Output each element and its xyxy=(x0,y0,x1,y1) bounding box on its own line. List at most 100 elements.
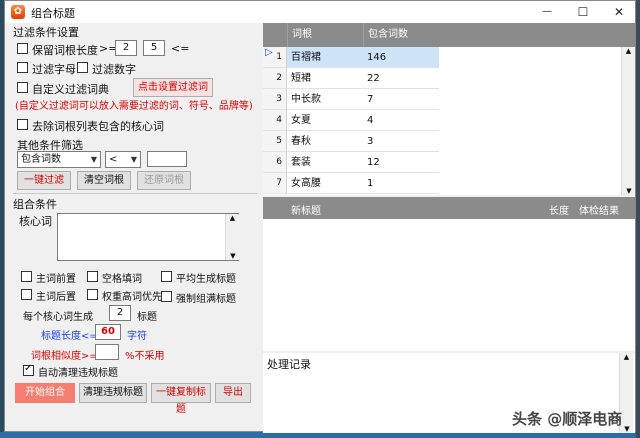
word-count-cell[interactable]: 146 xyxy=(363,47,439,68)
start-combine-button[interactable]: 开始组合 xyxy=(15,383,75,403)
column-header-check-result[interactable]: 体检结果 xyxy=(579,202,619,217)
one-key-filter-button[interactable]: 一键过滤 xyxy=(17,171,71,190)
scroll-up-arrow[interactable]: ▲ xyxy=(226,214,239,222)
similarity-input[interactable] xyxy=(95,344,119,360)
opt-back-label: 主词后置 xyxy=(36,292,76,303)
scroll-down-arrow[interactable]: ▼ xyxy=(622,187,636,195)
per-core-label: 每个核心词生成 xyxy=(23,312,93,323)
table-row[interactable]: 6 套装 12 xyxy=(263,152,439,173)
opt-space-checkbox[interactable] xyxy=(87,271,98,282)
log-label: 处理记录 xyxy=(267,358,311,371)
grid-empty-area xyxy=(439,47,621,195)
export-button[interactable]: 导出 xyxy=(215,383,251,403)
row-number: 4 xyxy=(263,110,287,131)
auto-clean-checkbox[interactable] xyxy=(23,363,34,376)
custom-dict-checkbox[interactable] xyxy=(17,82,28,93)
title-grid-header: 新标题 长度 体检结果 xyxy=(263,197,635,219)
set-dict-button[interactable]: 点击设置过滤词 xyxy=(133,78,213,97)
core-word-scrollbar[interactable]: ▲ ▼ xyxy=(225,214,239,260)
keep-length-checkbox[interactable] xyxy=(17,43,28,54)
custom-dict-label: 自定义过滤词典 xyxy=(32,83,109,96)
remove-core-checkbox[interactable] xyxy=(17,119,28,130)
current-row-marker-icon: ▷ xyxy=(265,47,273,58)
combine-group-title: 组合条件 xyxy=(13,198,57,211)
filter-digits-label: 过滤数字 xyxy=(92,63,136,76)
row-number: 7 xyxy=(263,173,287,194)
column-header-length[interactable]: 长度 xyxy=(549,202,569,217)
word-count-cell[interactable]: 4 xyxy=(363,110,439,131)
filter-value-input[interactable] xyxy=(147,151,187,167)
background-right-strip xyxy=(636,0,640,438)
window-title: 组合标题 xyxy=(31,7,75,20)
copy-titles-button[interactable]: 一键复制标题 xyxy=(151,383,211,415)
similarity-unit: %不采用 xyxy=(125,351,165,362)
opt-back-checkbox[interactable] xyxy=(21,289,32,300)
root-word-cell[interactable]: 短裙 xyxy=(287,68,363,89)
root-word-cell[interactable]: 女夏 xyxy=(287,110,363,131)
root-word-cell[interactable]: 女高腰 xyxy=(287,173,363,194)
column-header-new-title[interactable]: 新标题 xyxy=(291,202,321,217)
root-grid-scrollbar[interactable]: ▲ ▼ xyxy=(621,47,635,195)
max-length-input[interactable]: 5 xyxy=(143,40,165,56)
opt-weight-label: 权重高词优先 xyxy=(102,292,162,303)
clean-titles-button[interactable]: 清理违规标题 xyxy=(79,383,147,403)
field-select-value: 包含词数 xyxy=(21,154,61,165)
scroll-up-arrow[interactable]: ▲ xyxy=(622,47,635,55)
keep-length-label: 保留词根长度 xyxy=(32,44,98,57)
filter-letters-checkbox[interactable] xyxy=(17,62,28,73)
opt-front-checkbox[interactable] xyxy=(21,271,32,282)
row-number: 3 xyxy=(263,89,287,110)
title-length-input[interactable]: 60 xyxy=(95,324,121,340)
word-count-cell[interactable]: 7 xyxy=(363,89,439,110)
restore-roots-button[interactable]: 还原词根 xyxy=(137,171,191,190)
operator-select[interactable]: < ▼ xyxy=(105,151,141,168)
root-word-cell[interactable]: 中长款 xyxy=(287,89,363,110)
per-core-unit: 标题 xyxy=(137,312,157,323)
opt-force-label: 强制组满标题 xyxy=(176,294,236,305)
scroll-up-arrow[interactable]: ▲ xyxy=(620,353,633,361)
filter-letters-label: 过滤字母 xyxy=(32,63,76,76)
per-core-input[interactable]: 2 xyxy=(109,305,131,321)
table-row[interactable]: 3 中长款 7 xyxy=(263,89,439,110)
min-length-input[interactable]: 2 xyxy=(115,40,137,56)
word-count-cell[interactable]: 12 xyxy=(363,152,439,173)
maximize-button[interactable]: ☐ xyxy=(565,1,601,23)
app-icon: ✿ xyxy=(11,5,25,19)
core-word-textarea[interactable] xyxy=(57,213,239,261)
table-row[interactable]: 7 女高腰 1 xyxy=(263,173,439,194)
scroll-down-arrow[interactable]: ▼ xyxy=(226,252,240,260)
word-count-cell[interactable]: 22 xyxy=(363,68,439,89)
table-row[interactable]: 1 ▷ 百褶裙 146 xyxy=(263,47,439,68)
operator-select-value: < xyxy=(109,154,118,165)
title-grid-body[interactable] xyxy=(263,219,635,351)
root-word-cell[interactable]: 套装 xyxy=(287,152,363,173)
chevron-down-icon: ▼ xyxy=(90,155,97,164)
field-select[interactable]: 包含词数 ▼ xyxy=(17,151,101,168)
row-number: 2 xyxy=(263,68,287,89)
opt-weight-checkbox[interactable] xyxy=(87,289,98,300)
custom-dict-hint: (自定义过滤词可以放入需要过滤的词、符号、品牌等) xyxy=(15,101,253,112)
table-row[interactable]: 2 短裙 22 xyxy=(263,68,439,89)
root-grid[interactable]: 词根 包含词数 1 ▷ 百褶裙 146 2 短裙 22 3 中长款 7 4 女夏 4 5 春秋 3 6 套装 12 7… xyxy=(263,23,439,195)
close-button[interactable]: ✕ xyxy=(601,1,637,23)
opt-avg-checkbox[interactable] xyxy=(161,271,172,282)
word-count-cell[interactable]: 3 xyxy=(363,131,439,152)
row-number: 5 xyxy=(263,131,287,152)
opt-force-checkbox[interactable] xyxy=(161,291,172,302)
filter-digits-checkbox[interactable] xyxy=(77,62,88,73)
column-header-root[interactable]: 词根 xyxy=(287,23,363,47)
opt-avg-label: 平均生成标题 xyxy=(176,274,236,285)
column-header-count[interactable]: 包含词数 xyxy=(363,23,439,47)
clear-roots-button[interactable]: 清空词根 xyxy=(77,171,131,190)
filter-group-title: 过滤条件设置 xyxy=(13,26,79,39)
root-word-cell[interactable]: 春秋 xyxy=(287,131,363,152)
section-divider xyxy=(13,193,257,194)
root-word-cell[interactable]: 百褶裙 xyxy=(287,47,363,68)
row-number: 6 xyxy=(263,152,287,173)
table-row[interactable]: 5 春秋 3 xyxy=(263,131,439,152)
main-window: ✿ 组合标题 — ☐ ✕ 过滤条件设置 保留词根长度 >= 2 5 <= 过滤字… xyxy=(4,0,637,433)
table-row[interactable]: 4 女夏 4 xyxy=(263,110,439,131)
word-count-cell[interactable]: 1 xyxy=(363,173,439,194)
grid-corner xyxy=(263,23,287,47)
minimize-button[interactable]: — xyxy=(529,1,565,23)
